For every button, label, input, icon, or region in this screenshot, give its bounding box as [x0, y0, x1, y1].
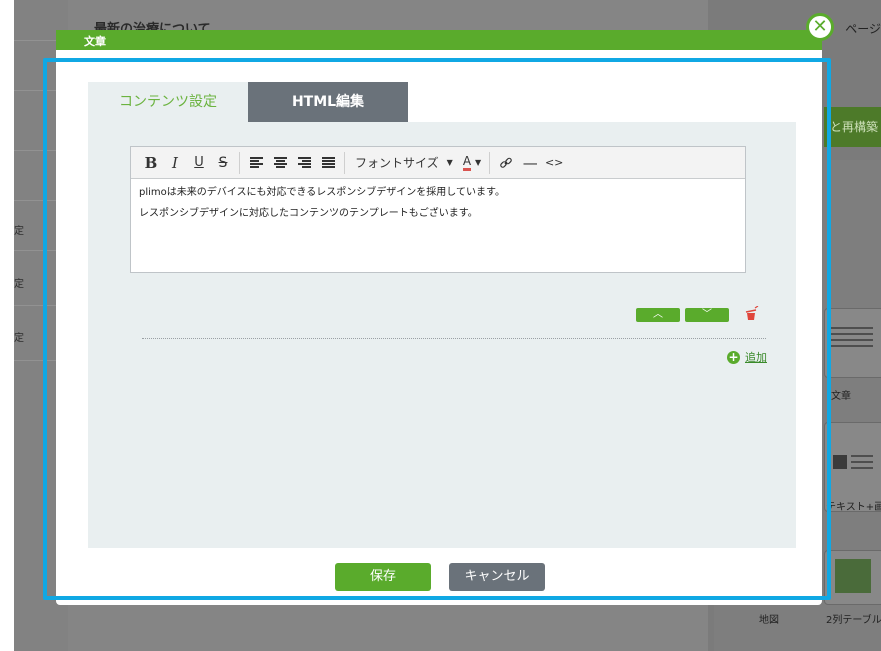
align-left-icon: [249, 156, 263, 169]
background-menu-item: 定: [14, 226, 24, 237]
align-center-button[interactable]: [268, 149, 292, 177]
cancel-button[interactable]: キャンセル: [449, 563, 545, 591]
editor-content[interactable]: plimoは未来のデバイスにも対応できるレスポンシブデザインを採用しています。 …: [139, 187, 737, 229]
add-content-button[interactable]: + 追加: [727, 349, 767, 365]
save-button[interactable]: 保存: [335, 563, 431, 591]
background-rebuild-button: と再構築: [824, 107, 881, 147]
close-icon[interactable]: ✕: [806, 13, 834, 41]
background-tile-text: [824, 308, 881, 378]
toolbar-divider: [489, 151, 491, 174]
align-right-icon: [297, 156, 311, 169]
font-color-label: A: [462, 154, 472, 171]
rich-text-editor: B I U S フォントサイズ ▼ A ▼ — <> plimoは未来のデバイス…: [130, 146, 746, 273]
content-line: plimoは未来のデバイスにも対応できるレスポンシブデザインを採用しています。: [139, 187, 505, 198]
font-size-dropdown[interactable]: フォントサイズ ▼: [349, 149, 459, 177]
link-icon: [500, 157, 512, 168]
link-button[interactable]: [494, 149, 518, 177]
move-up-button[interactable]: ︿: [636, 308, 680, 322]
align-right-button[interactable]: [292, 149, 316, 177]
background-page-link: ページ: [845, 22, 881, 36]
trash-icon: [745, 305, 759, 320]
background-menu-item: 定: [14, 333, 24, 344]
source-code-button[interactable]: <>: [542, 149, 566, 177]
italic-button[interactable]: I: [163, 149, 187, 177]
align-left-button[interactable]: [244, 149, 268, 177]
content-line: レスポンシブデザインに対応したコンテンツのテンプレートもございます。: [139, 208, 478, 219]
toolbar-divider: [344, 151, 345, 174]
font-size-label: フォントサイズ: [355, 156, 439, 170]
caret-down-icon: ▼: [475, 158, 482, 167]
caret-down-icon: ▼: [446, 158, 453, 167]
delete-button[interactable]: [744, 305, 760, 322]
move-down-button[interactable]: ﹀: [685, 308, 729, 322]
align-center-icon: [273, 156, 287, 169]
toolbar-divider: [239, 151, 240, 174]
align-justify-button[interactable]: [316, 149, 340, 177]
plus-circle-icon: +: [727, 349, 740, 364]
underline-button[interactable]: U: [187, 149, 211, 177]
editor-toolbar: B I U S フォントサイズ ▼ A ▼ — <>: [131, 147, 745, 179]
section-divider: [142, 338, 766, 339]
background-tile-label: 2列テーブル: [826, 615, 881, 626]
font-color-dropdown[interactable]: A ▼: [459, 149, 485, 177]
background-tile-table: [824, 550, 881, 605]
bold-button[interactable]: B: [139, 149, 163, 177]
tab-content-settings[interactable]: コンテンツ設定: [88, 82, 248, 122]
content-editor-modal: 文章 コンテンツ設定 HTML編集 B I U S フォントサイズ ▼ A ▼ …: [56, 30, 822, 605]
background-tile-label: テキスト+画像 文章: [826, 502, 881, 513]
tab-html-edit[interactable]: HTML編集: [248, 82, 408, 122]
strikethrough-button[interactable]: S: [211, 149, 235, 177]
add-content-label: 追加: [745, 351, 767, 364]
align-justify-icon: [321, 156, 335, 169]
modal-header: 文章: [56, 30, 822, 50]
horizontal-rule-button[interactable]: —: [518, 149, 542, 177]
background-tile-label: 地図: [759, 615, 779, 626]
background-menu-item: 定: [14, 279, 24, 290]
modal-title: 文章: [84, 35, 106, 48]
background-tile-label: 文章: [831, 391, 851, 402]
